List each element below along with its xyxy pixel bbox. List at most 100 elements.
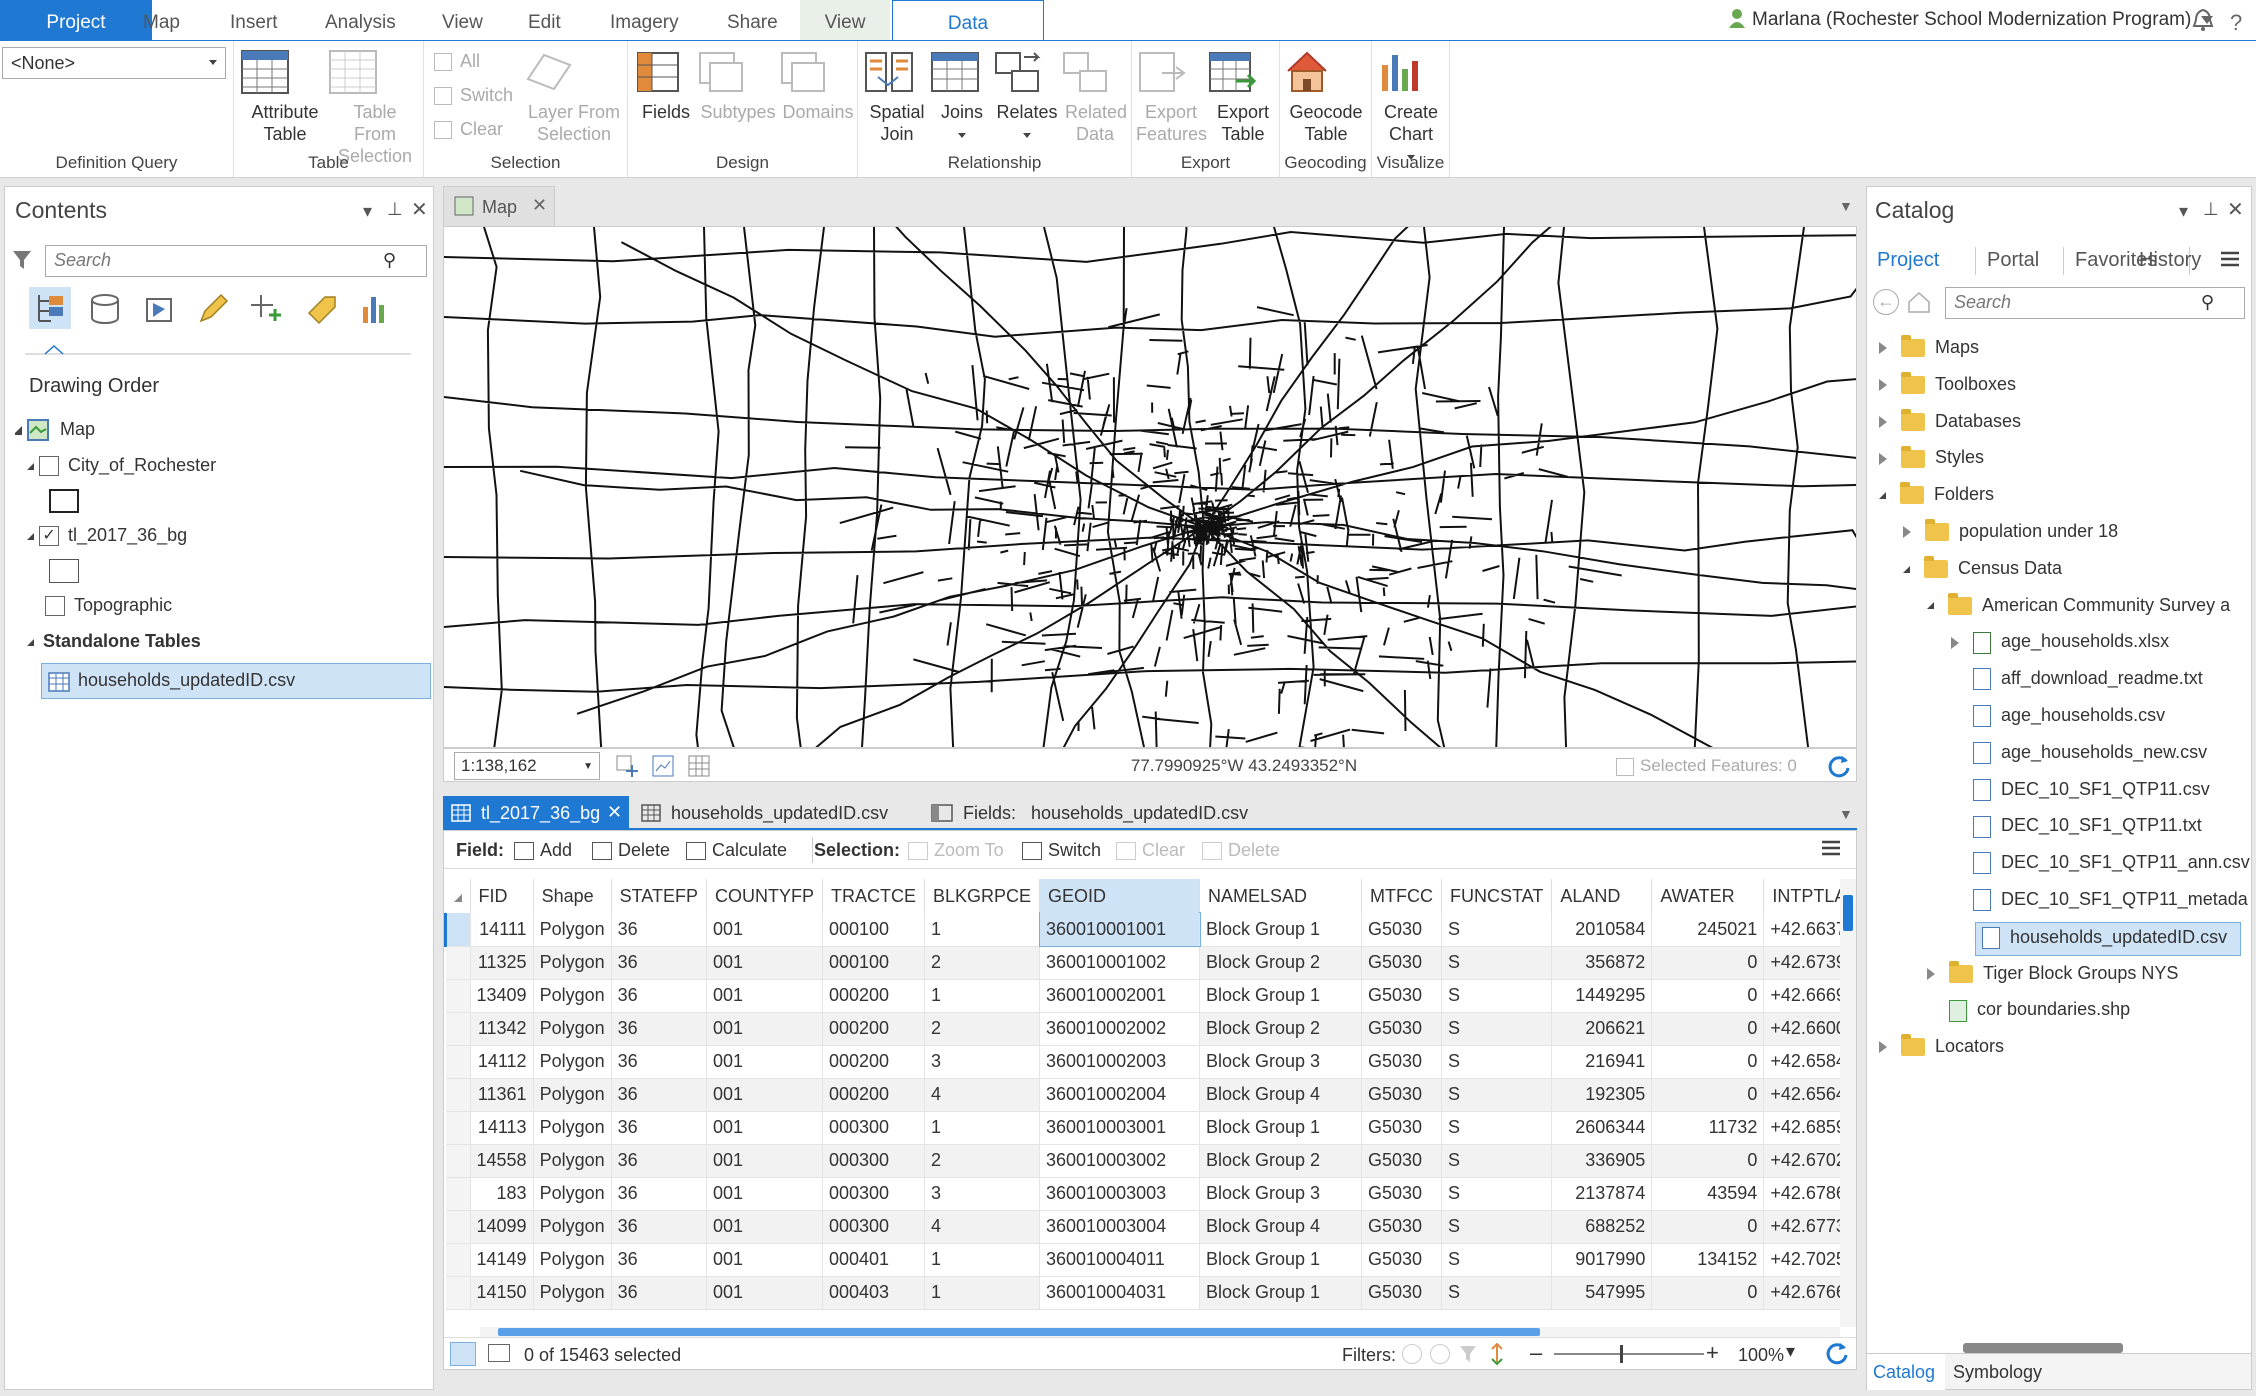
tab-view-contextual[interactable]: View — [800, 0, 890, 40]
table-cell[interactable]: 14112 — [470, 1045, 534, 1079]
table-row[interactable]: 14150 Polygon 36 001 000403 1 360010004031 Bloc… — [445, 1276, 1840, 1310]
table-cell[interactable]: 14149 — [470, 1243, 534, 1277]
zoom-slider[interactable] — [1554, 1353, 1704, 1355]
row-selector[interactable] — [445, 1276, 471, 1310]
map-scale-select[interactable]: 1:138,162 ▼ — [454, 752, 600, 780]
table-cell[interactable]: 1 — [924, 1276, 1041, 1310]
row-selector[interactable] — [445, 1012, 471, 1046]
attribute-table-button[interactable]: Attribute Table — [240, 49, 330, 145]
table-cell[interactable]: +42.656486 — [1763, 1078, 1840, 1112]
filter-by-extent-icon[interactable] — [1402, 1344, 1422, 1364]
home-icon[interactable] — [1907, 291, 1931, 313]
switch-selection-button[interactable]: Switch — [434, 85, 513, 106]
column-header-shape[interactable]: Shape — [533, 879, 612, 913]
geocode-table-button[interactable]: Geocode Table — [1282, 49, 1370, 145]
horizontal-scrollbar[interactable] — [480, 1327, 1840, 1337]
zoom-in-button[interactable]: + — [1706, 1340, 1719, 1366]
table-cell[interactable]: 11732 — [1651, 1111, 1765, 1145]
contents-search-input[interactable]: Search ⚲ — [45, 245, 427, 277]
table-cell[interactable]: S — [1441, 1012, 1553, 1046]
table-cell[interactable]: S — [1441, 1276, 1553, 1310]
table-cell[interactable]: Block Group 4 — [1199, 1210, 1363, 1244]
catalog-item[interactable]: DEC_10_SF1_QTP11.txt — [1951, 815, 2202, 838]
catalog-item[interactable]: age_households_new.csv — [1951, 742, 2207, 765]
table-cell[interactable]: G5030 — [1361, 1045, 1442, 1079]
scale-extent-icon[interactable] — [652, 755, 676, 777]
tab-edit[interactable]: Edit — [518, 0, 571, 40]
table-cell[interactable]: +42.678627 — [1763, 1177, 1840, 1211]
catalog-item[interactable]: Databases — [1879, 408, 2021, 432]
table-cell[interactable]: S — [1441, 1243, 1553, 1277]
table-cell[interactable]: Block Group 1 — [1199, 1276, 1363, 1310]
create-chart-button[interactable]: Create Chart — [1374, 49, 1448, 167]
grid-icon[interactable] — [688, 755, 710, 777]
catalog-item[interactable]: aff_download_readme.txt — [1951, 668, 2203, 691]
tab-catalog[interactable]: Catalog — [1867, 1354, 1945, 1390]
table-cell[interactable]: S — [1441, 946, 1553, 980]
catalog-item[interactable]: age_households.xlsx — [1951, 631, 2169, 654]
table-cell[interactable]: Polygon — [533, 1012, 612, 1046]
definition-query-select[interactable]: <None> — [2, 47, 226, 79]
table-cell[interactable]: 36 — [611, 979, 707, 1013]
catalog-item[interactable]: households_updatedID.csv — [1975, 921, 2241, 956]
table-cell[interactable]: G5030 — [1361, 1243, 1442, 1277]
table-cell[interactable]: +42.702552 — [1763, 1243, 1840, 1277]
table-cell[interactable]: 11342 — [470, 1012, 534, 1046]
table-cell[interactable]: 001 — [706, 946, 823, 980]
table-cell[interactable]: 36 — [611, 1144, 707, 1178]
table-row[interactable]: 14099 Polygon 36 001 000300 4 360010003004 Bloc… — [445, 1210, 1840, 1244]
tab-fields-view[interactable]: Fields: households_updatedID.csv — [931, 796, 1331, 830]
export-features-button[interactable]: Export Features — [1136, 49, 1207, 145]
row-selector[interactable] — [445, 1045, 471, 1079]
table-cell[interactable]: 14099 — [470, 1210, 534, 1244]
close-icon[interactable]: ✕ — [607, 802, 622, 823]
row-selector[interactable] — [445, 946, 471, 980]
chevron-down-icon[interactable]: ▼ — [1839, 198, 1853, 214]
table-cell[interactable]: 2606344 — [1551, 1111, 1653, 1145]
table-cell[interactable]: 360010003004 — [1039, 1210, 1201, 1244]
table-cell[interactable]: Polygon — [533, 1276, 612, 1310]
calculate-field-button[interactable]: Calculate — [686, 840, 787, 861]
table-cell[interactable]: 183 — [470, 1177, 534, 1211]
expand-icon[interactable] — [1903, 526, 1911, 539]
row-selector[interactable] — [445, 1144, 471, 1178]
table-cell[interactable]: 001 — [706, 1210, 823, 1244]
row-selector-header[interactable] — [445, 879, 471, 913]
spatial-join-button[interactable]: Spatial Join — [864, 49, 930, 145]
table-cell[interactable]: +42.663754 — [1763, 913, 1840, 947]
table-cell[interactable]: 36 — [611, 1243, 707, 1277]
refresh-icon[interactable] — [1824, 1340, 1850, 1366]
tab-view[interactable]: View — [432, 0, 493, 40]
clear-selection-button[interactable]: Clear — [1116, 840, 1185, 861]
table-cell[interactable]: G5030 — [1361, 946, 1442, 980]
table-cell[interactable]: 36 — [611, 1276, 707, 1310]
table-cell[interactable]: 001 — [706, 1144, 823, 1178]
row-selector[interactable] — [445, 1111, 471, 1145]
table-cell[interactable]: 360010003003 — [1039, 1177, 1201, 1211]
collapse-icon[interactable] — [1879, 491, 1886, 499]
table-cell[interactable]: 14113 — [470, 1111, 534, 1145]
table-cell[interactable]: G5030 — [1361, 1078, 1442, 1112]
expand-icon[interactable] — [1879, 415, 1887, 428]
table-cell[interactable]: Block Group 2 — [1199, 1012, 1363, 1046]
table-cell[interactable]: 14558 — [470, 1144, 534, 1178]
tree-item-tl-2017-36-bg[interactable]: ✓ tl_2017_36_bg — [27, 525, 187, 547]
table-cell[interactable]: 000403 — [822, 1276, 925, 1310]
zoom-to-selection-icon[interactable] — [616, 755, 640, 777]
table-cell[interactable]: 36 — [611, 1111, 707, 1145]
table-cell[interactable]: 4 — [924, 1210, 1041, 1244]
table-cell[interactable]: 000300 — [822, 1210, 925, 1244]
tab-share[interactable]: Share — [717, 0, 788, 40]
catalog-item[interactable]: Folders — [1879, 482, 1994, 505]
table-cell[interactable]: 001 — [706, 1177, 823, 1211]
layer-from-selection-button[interactable]: Layer From Selection — [524, 49, 624, 145]
table-cell[interactable]: Block Group 1 — [1199, 979, 1363, 1013]
catalog-item[interactable]: DEC_10_SF1_QTP11.csv — [1951, 779, 2210, 801]
table-cell[interactable]: 336905 — [1551, 1144, 1653, 1178]
catalog-item[interactable]: Styles — [1879, 445, 1984, 468]
notification-icon[interactable] — [2192, 8, 2214, 32]
table-cell[interactable]: 36 — [611, 913, 707, 947]
table-row[interactable]: 14113 Polygon 36 001 000300 1 360010003001 Bloc… — [445, 1111, 1840, 1145]
table-cell[interactable]: 000200 — [822, 1078, 925, 1112]
refresh-icon[interactable] — [1826, 753, 1852, 779]
